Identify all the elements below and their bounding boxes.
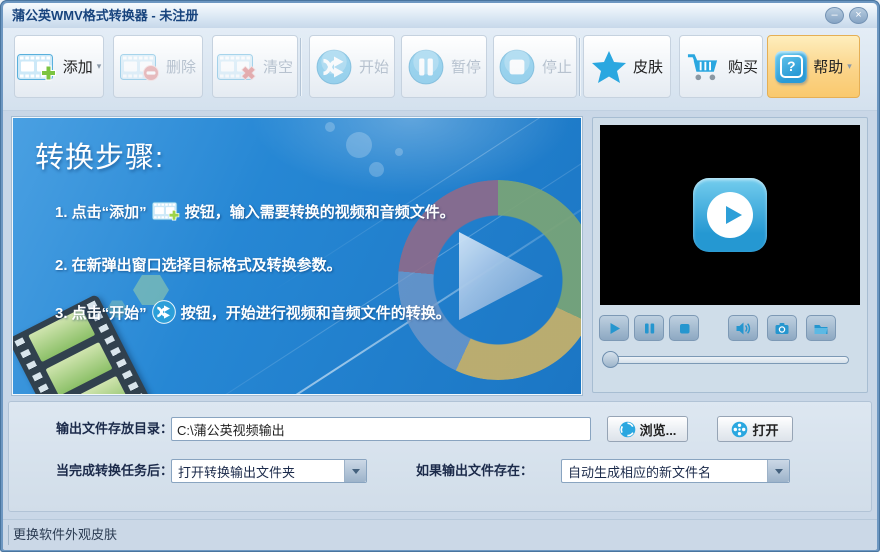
after-task-label: 当完成转换任务后：: [56, 463, 174, 478]
close-button[interactable]: ×: [849, 7, 868, 24]
step-2: 2. 在新弹出窗口选择目标格式及转换参数。: [55, 254, 342, 275]
step-3-text: 3. 点击“开始”: [55, 304, 147, 322]
help-button-label: 帮助: [813, 59, 844, 76]
volume-icon: [736, 322, 751, 334]
volume-button[interactable]: [728, 315, 758, 341]
stop-button[interactable]: 停止: [493, 35, 577, 98]
output-settings-panel: 输出文件存放目录： 浏览... 打开 当完成转换任务后： 打开转换输出文件夹: [8, 401, 872, 512]
after-task-select[interactable]: 打开转换输出文件夹: [171, 459, 367, 483]
output-dir-input[interactable]: [171, 417, 591, 441]
open-button-label: 打开: [752, 422, 779, 438]
delete-button[interactable]: 删除: [113, 35, 203, 98]
player-stop-button[interactable]: [669, 315, 699, 341]
chevron-down-icon: ▾: [96, 61, 102, 71]
output-dir-label: 输出文件存放目录：: [56, 421, 174, 436]
preview-play-icon: [726, 206, 742, 224]
app-window: 蒲公英WMV格式转换器 - 未注册 – × 添加 ▾ 删除 清空 开始 暂停 停…: [0, 0, 880, 552]
steps-panel: 转换步骤: 1. 点击“添加” 按钮，输入需要转换的视频和音频文件。 2. 在新…: [11, 116, 583, 396]
step-2-text: 2. 在新弹出窗口选择目标格式及转换参数。: [55, 257, 342, 274]
seek-slider-track[interactable]: [606, 356, 849, 364]
stop-icon: [498, 48, 536, 86]
seek-slider-thumb[interactable]: [602, 351, 619, 368]
if-exists-value: 自动生成相应的新文件名: [568, 464, 712, 480]
cart-icon: [684, 51, 722, 83]
stop-button-label: 停止: [541, 59, 572, 76]
toolbar: 添加 ▾ 删除 清空 开始 暂停 停止 皮肤 购买 ? 帮助 ▾: [3, 28, 877, 111]
pause-icon: [644, 323, 654, 333]
pause-button-label: 暂停: [450, 59, 481, 76]
browse-button[interactable]: 浏览...: [607, 416, 688, 442]
bokeh-circle: [369, 162, 384, 177]
buy-button[interactable]: 购买: [679, 35, 763, 98]
shutter-icon: [619, 421, 635, 437]
bokeh-circle: [325, 122, 335, 132]
steps-title: 转换步骤:: [35, 142, 165, 174]
film-delete-icon: [119, 52, 160, 82]
camera-icon: [775, 322, 789, 334]
start-button-label: 开始: [358, 59, 389, 76]
skin-button-label: 皮肤: [632, 59, 663, 76]
close-icon: ×: [855, 9, 862, 21]
buy-button-label: 购买: [727, 59, 758, 76]
skin-button[interactable]: 皮肤: [583, 35, 671, 98]
preview-play-circle: [707, 192, 753, 238]
if-exists-select[interactable]: 自动生成相应的新文件名: [561, 459, 790, 483]
play-icon: [610, 322, 620, 334]
clear-button-label: 清空: [262, 59, 293, 76]
status-bar: 更换软件外观皮肤: [3, 519, 877, 550]
question-mark: ?: [779, 55, 803, 78]
preview-play-tile: [693, 178, 767, 252]
pause-icon: [407, 48, 445, 86]
step-1: 1. 点击“添加” 按钮，输入需要转换的视频和音频文件。: [55, 200, 455, 222]
convert-start-icon: [315, 48, 353, 86]
stop-icon: [679, 323, 689, 333]
status-divider: [8, 525, 9, 545]
player-pause-button[interactable]: [634, 315, 664, 341]
convert-start-icon: [151, 300, 176, 324]
help-cube-icon: ?: [775, 50, 808, 83]
pause-button[interactable]: 暂停: [401, 35, 487, 98]
chevron-down-icon: [344, 460, 366, 482]
preview-panel: [592, 117, 868, 393]
star-icon: [591, 50, 627, 84]
add-button[interactable]: 添加 ▾: [14, 35, 104, 98]
player-play-button[interactable]: [599, 315, 629, 341]
bokeh-circle: [395, 148, 403, 156]
video-preview: [600, 125, 860, 305]
delete-button-label: 删除: [165, 59, 196, 76]
step-1-text: 1. 点击“添加”: [55, 203, 147, 221]
step-3-text: 按钮，开始进行视频和音频文件的转换。: [180, 304, 451, 322]
minimize-icon: –: [831, 9, 838, 21]
folder-icon: [814, 324, 828, 334]
if-exists-label: 如果输出文件存在：: [416, 463, 534, 478]
film-add-icon: [151, 200, 180, 222]
help-button[interactable]: ? 帮助 ▾: [767, 35, 860, 98]
toolbar-separator: [579, 38, 580, 96]
chevron-down-icon: [767, 460, 789, 482]
bokeh-circle: [346, 132, 372, 158]
open-button[interactable]: 打开: [717, 416, 793, 442]
clear-button[interactable]: 清空: [212, 35, 298, 98]
film-add-icon: [16, 52, 57, 82]
film-reel-icon: [732, 421, 748, 437]
window-title: 蒲公英WMV格式转换器 - 未注册: [12, 8, 199, 23]
film-clear-icon: [216, 52, 257, 82]
step-1-text: 按钮，输入需要转换的视频和音频文件。: [184, 203, 455, 221]
snapshot-button[interactable]: [767, 315, 797, 341]
browse-button-label: 浏览...: [639, 422, 677, 438]
status-text: 更换软件外观皮肤: [13, 527, 118, 542]
minimize-button[interactable]: –: [825, 7, 844, 24]
chevron-down-icon: ▾: [847, 61, 852, 71]
step-3: 3. 点击“开始” 按钮，开始进行视频和音频文件的转换。: [55, 300, 451, 324]
start-button[interactable]: 开始: [309, 35, 395, 98]
toolbar-separator: [300, 38, 301, 96]
title-bar: 蒲公英WMV格式转换器 - 未注册 – ×: [3, 3, 877, 29]
after-task-value: 打开转换输出文件夹: [178, 464, 296, 480]
open-folder-button[interactable]: [806, 315, 836, 341]
add-button-label: 添加: [62, 59, 93, 76]
